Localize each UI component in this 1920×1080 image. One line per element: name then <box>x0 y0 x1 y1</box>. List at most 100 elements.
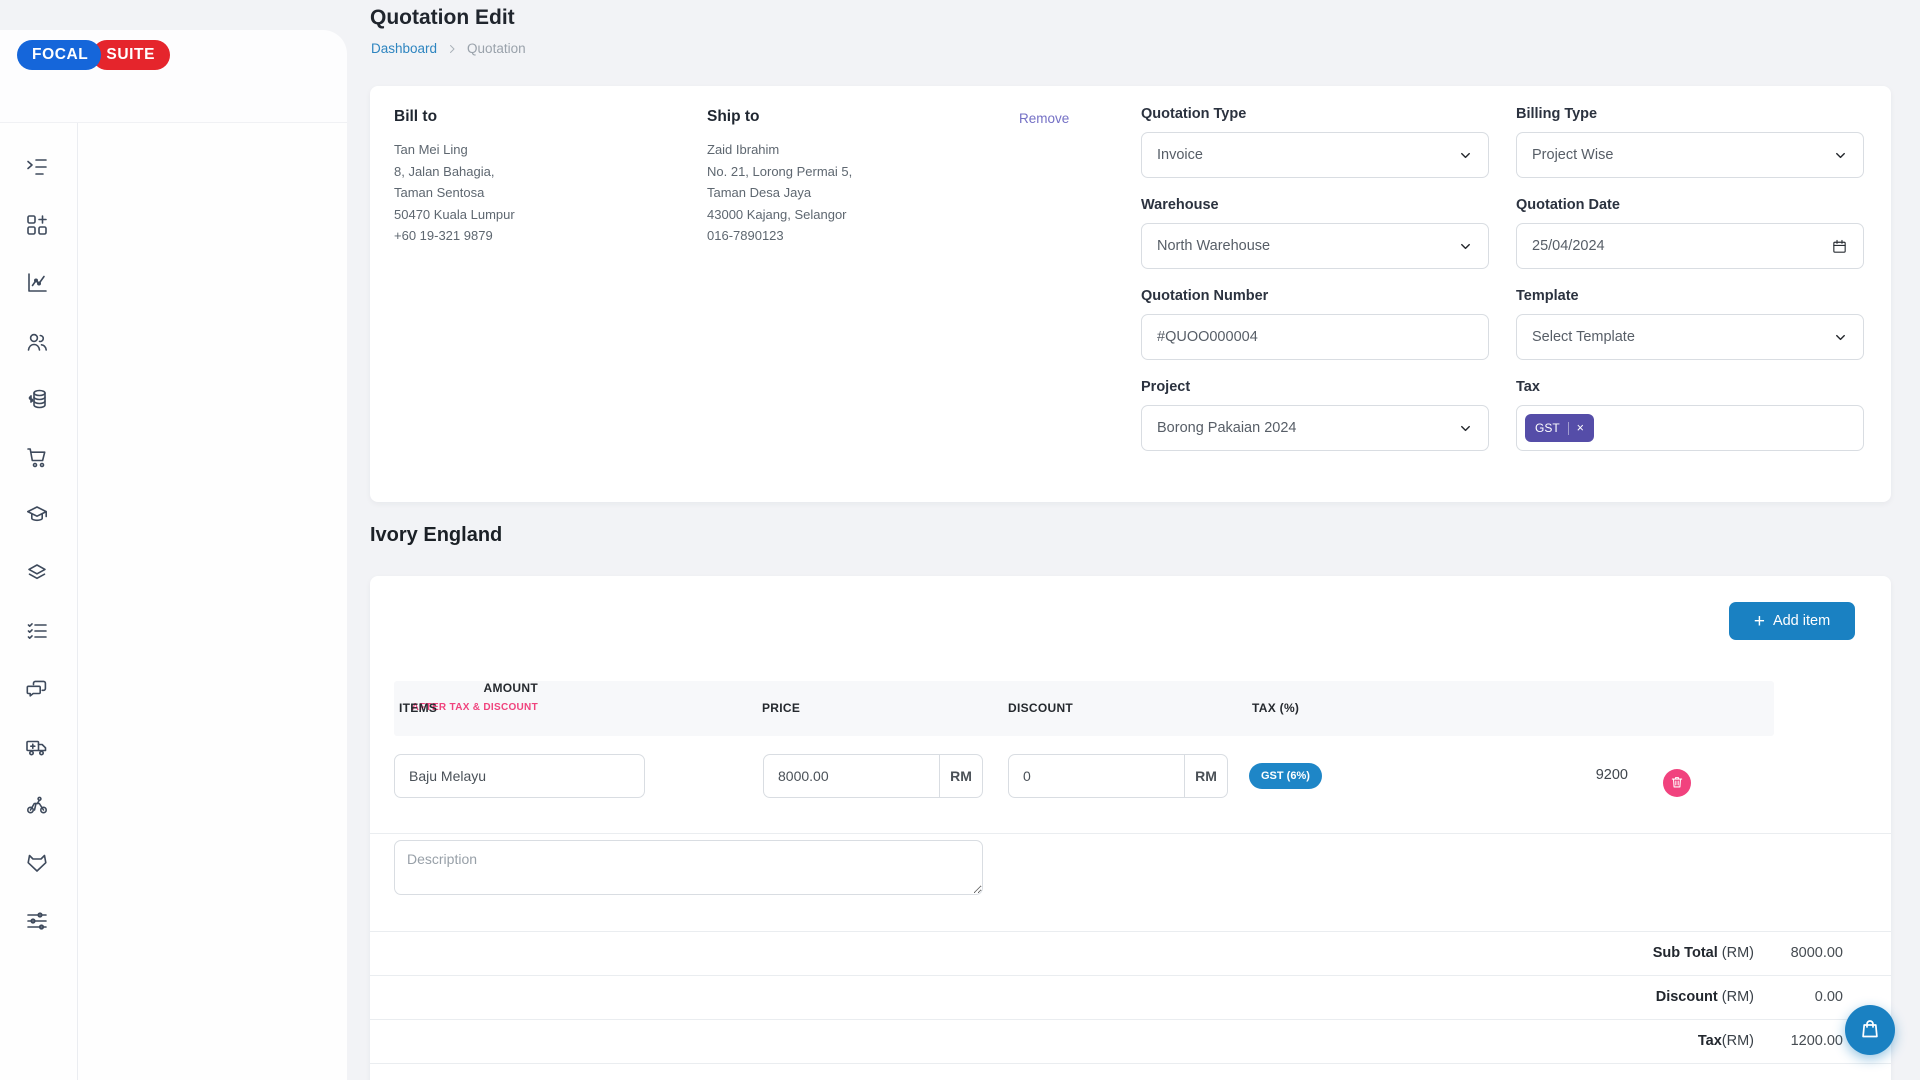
remove-address-link[interactable]: Remove <box>1019 111 1069 126</box>
row-amount-value: 9200 <box>1528 767 1628 783</box>
ship-to-name: Zaid Ibrahim <box>707 139 852 161</box>
cart-fab-button[interactable] <box>1845 1005 1895 1055</box>
row-divider <box>370 833 1891 834</box>
graduation-cap-icon[interactable] <box>25 503 49 527</box>
quotation-date-input[interactable]: 25/04/2024 <box>1516 223 1864 269</box>
shopping-bag-icon <box>1858 1017 1882 1044</box>
template-label: Template <box>1516 288 1864 304</box>
sidebar-rail-divider <box>77 122 78 1080</box>
quotation-type-value: Invoice <box>1157 147 1203 163</box>
bill-to-address-1: 8, Jalan Bahagia, <box>394 161 515 183</box>
discount-currency-addon: RM <box>1184 755 1227 797</box>
quotation-number-group: Quotation Number #QUOO000004 <box>1141 288 1489 360</box>
totals-divider <box>370 1019 1891 1020</box>
grid-add-icon[interactable] <box>25 213 49 237</box>
bill-to-address-3: 50470 Kuala Lumpur <box>394 204 515 226</box>
chat-icon[interactable] <box>25 677 49 701</box>
layers-icon[interactable] <box>25 561 49 585</box>
bill-to-name: Tan Mei Ling <box>394 139 515 161</box>
project-select[interactable]: Borong Pakaian 2024 <box>1141 405 1489 451</box>
col-header-amount-main: AMOUNT <box>394 681 538 695</box>
template-group: Template Select Template <box>1516 288 1864 360</box>
discount-total-label: Discount (RM) <box>1656 989 1754 1005</box>
totals-divider <box>370 1063 1891 1064</box>
sidebar-panel <box>0 122 347 1080</box>
quotation-type-group: Quotation Type Invoice <box>1141 106 1489 178</box>
breadcrumb-dashboard-link[interactable]: Dashboard <box>371 41 437 56</box>
template-value: Select Template <box>1532 329 1635 345</box>
money-coins-icon[interactable] <box>25 387 49 411</box>
discount-total-value: 0.00 <box>1815 989 1843 1005</box>
item-name-input[interactable] <box>394 754 645 798</box>
calendar-icon[interactable] <box>1831 238 1848 255</box>
subtotal-label: Sub Total (RM) <box>1653 945 1754 961</box>
quotation-date-group: Quotation Date 25/04/2024 <box>1516 197 1864 269</box>
list-start-icon[interactable] <box>25 155 49 179</box>
tax-multiselect[interactable]: GST × <box>1516 405 1864 451</box>
col-header-price: PRICE <box>762 701 800 715</box>
bill-to-address-2: Taman Sentosa <box>394 182 515 204</box>
col-header-tax: TAX (%) <box>1252 701 1299 715</box>
tax-total-value: 1200.00 <box>1791 1033 1843 1049</box>
customer-section-title: Ivory England <box>370 524 502 547</box>
project-group: Project Borong Pakaian 2024 <box>1141 379 1489 451</box>
ship-to-block: Ship to Zaid Ibrahim No. 21, Lorong Perm… <box>707 108 852 247</box>
ship-to-address-1: No. 21, Lorong Permai 5, <box>707 161 852 183</box>
quotation-number-label: Quotation Number <box>1141 288 1489 304</box>
price-currency-addon: RM <box>939 755 982 797</box>
quotation-number-value: #QUOO000004 <box>1157 329 1258 345</box>
totals-divider <box>370 931 1891 932</box>
chevron-down-icon <box>1458 239 1473 254</box>
ship-to-title: Ship to <box>707 108 852 126</box>
chevron-down-icon <box>1458 421 1473 436</box>
chevron-down-icon <box>1833 148 1848 163</box>
add-item-button[interactable]: + Add item <box>1729 602 1855 640</box>
totals-divider <box>370 975 1891 976</box>
page-title: Quotation Edit <box>370 6 515 30</box>
item-description-textarea[interactable] <box>394 840 983 895</box>
template-select[interactable]: Select Template <box>1516 314 1864 360</box>
tax-chip-gst: GST × <box>1525 414 1594 442</box>
tax-chip-label: GST <box>1535 421 1560 435</box>
checklist-icon[interactable] <box>25 619 49 643</box>
project-label: Project <box>1141 379 1489 395</box>
logo-suite: SUITE <box>92 40 170 70</box>
tax-group: Tax GST × <box>1516 379 1864 451</box>
billing-type-select[interactable]: Project Wise <box>1516 132 1864 178</box>
bike-icon[interactable] <box>25 793 49 817</box>
plus-icon: + <box>1754 612 1765 631</box>
tax-total-label: Tax(RM) <box>1698 1033 1754 1049</box>
analytics-icon[interactable] <box>25 271 49 295</box>
breadcrumb: Dashboard Quotation <box>371 41 526 56</box>
chevron-down-icon <box>1833 330 1848 345</box>
fox-icon[interactable] <box>25 851 49 875</box>
delete-item-button[interactable] <box>1663 769 1691 797</box>
bill-to-title: Bill to <box>394 108 515 126</box>
quotation-type-select[interactable]: Invoice <box>1141 132 1489 178</box>
logo-focal: FOCAL <box>17 40 101 70</box>
discount-input[interactable] <box>1009 755 1184 797</box>
warehouse-label: Warehouse <box>1141 197 1489 213</box>
quotation-number-input[interactable]: #QUOO000004 <box>1141 314 1489 360</box>
price-input[interactable] <box>764 755 939 797</box>
chevron-right-icon <box>446 43 458 55</box>
quotation-type-label: Quotation Type <box>1141 106 1489 122</box>
warehouse-group: Warehouse North Warehouse <box>1141 197 1489 269</box>
tax-chip-divider <box>1568 422 1569 435</box>
add-item-label: Add item <box>1773 613 1830 629</box>
app-logo[interactable]: FOCAL SUITE <box>17 40 170 70</box>
discount-input-group: RM <box>1008 754 1228 798</box>
tax-chip-remove-icon[interactable]: × <box>1577 422 1584 435</box>
project-value: Borong Pakaian 2024 <box>1157 420 1296 436</box>
warehouse-select[interactable]: North Warehouse <box>1141 223 1489 269</box>
bill-to-block: Bill to Tan Mei Ling 8, Jalan Bahagia, T… <box>394 108 515 247</box>
users-icon[interactable] <box>25 330 49 354</box>
items-card: + Add item ITEMS PRICE DISCOUNT TAX (%) … <box>370 576 1891 1080</box>
bill-to-phone: +60 19-321 9879 <box>394 225 515 247</box>
subtotal-value: 8000.00 <box>1791 945 1843 961</box>
items-table-header: ITEMS PRICE DISCOUNT TAX (%) AMOUNT AFTE… <box>394 681 1774 736</box>
delivery-truck-icon[interactable] <box>25 735 49 759</box>
cart-icon[interactable] <box>25 445 49 469</box>
quotation-edit-screen: FOCAL SUITE Quotation Edit Dashboard Quo… <box>0 0 1920 1080</box>
sliders-icon[interactable] <box>25 909 49 933</box>
